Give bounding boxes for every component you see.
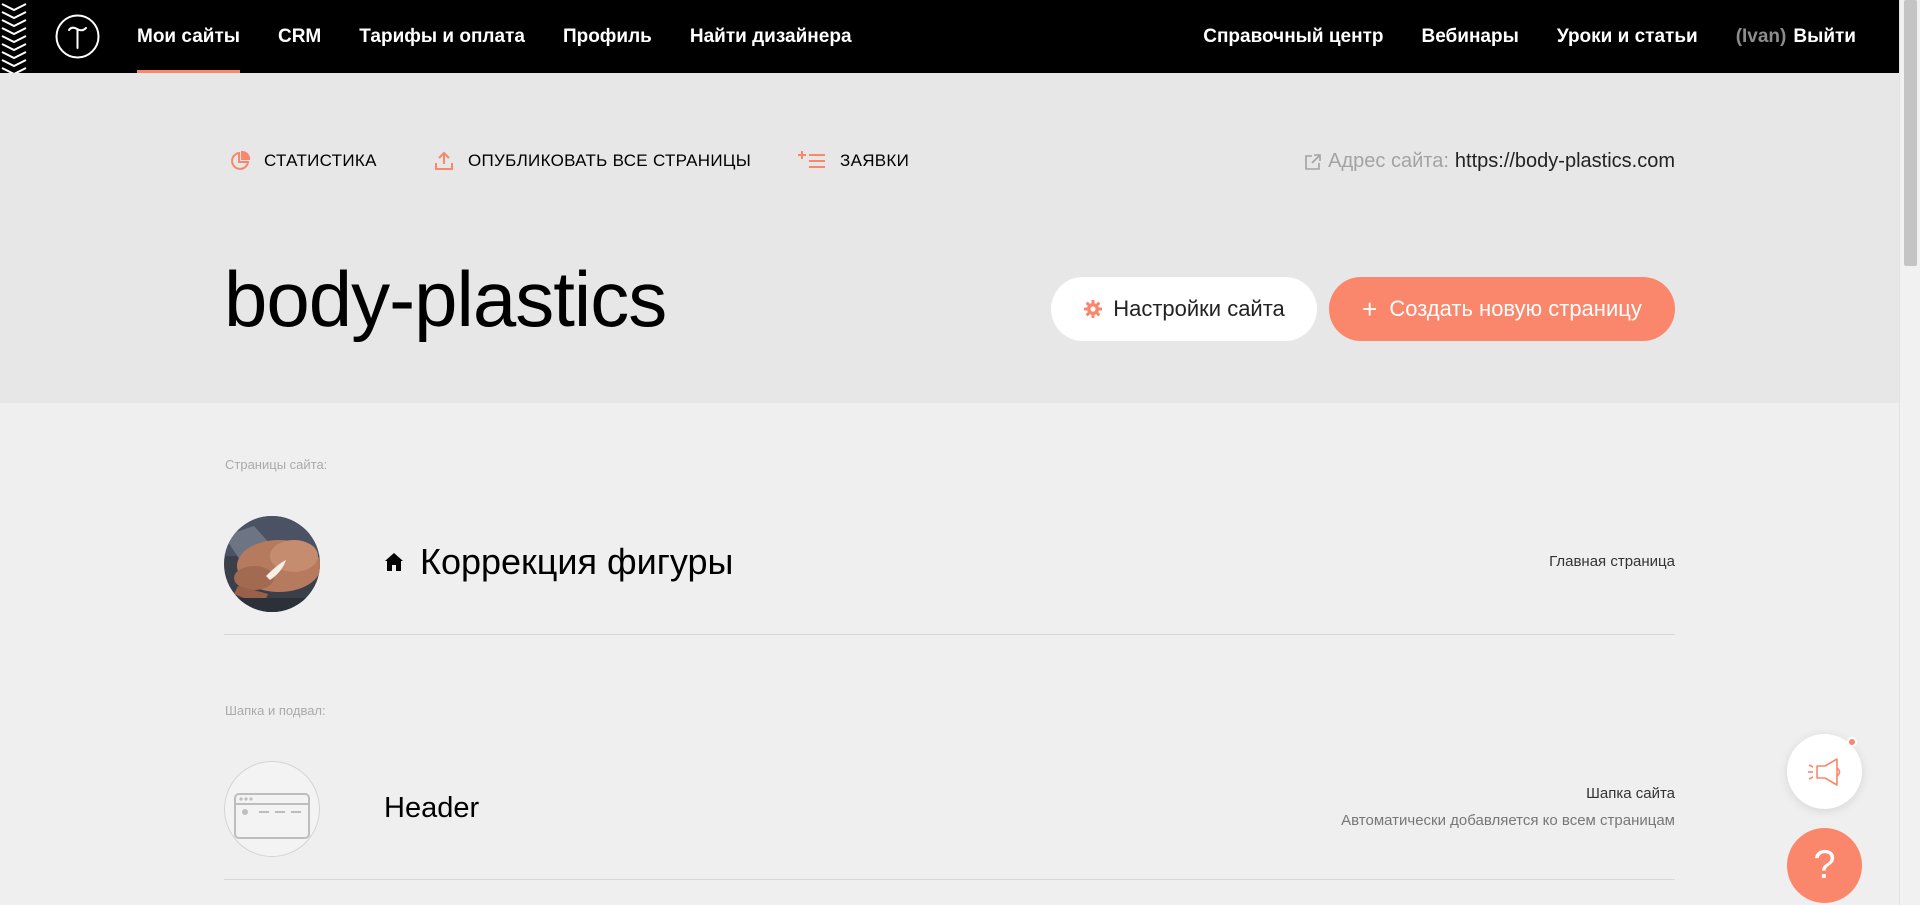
- header-meta-description: Автоматически добавляется ко всем страни…: [1341, 812, 1675, 829]
- nav-pricing[interactable]: Тарифы и оплата: [359, 0, 525, 73]
- page-title-label: Коррекция фигуры: [420, 541, 734, 582]
- publish-all-link[interactable]: ОПУБЛИКОВАТЬ ВСЕ СТРАНИЦЫ: [434, 151, 751, 171]
- list-add-icon: [798, 151, 825, 168]
- nav-crm[interactable]: CRM: [278, 0, 321, 73]
- nav-find-designer[interactable]: Найти дизайнера: [690, 0, 852, 73]
- header-thumbnail: [224, 761, 320, 857]
- stats-link[interactable]: СТАТИСТИКА: [230, 151, 377, 171]
- page-thumbnail: [224, 516, 320, 612]
- stats-label: СТАТИСТИКА: [264, 151, 377, 170]
- page-meta: Главная страница: [1549, 553, 1675, 570]
- top-nav-bar: Мои сайты CRM Тарифы и оплата Профиль На…: [0, 0, 1899, 73]
- megaphone-icon: [1807, 757, 1840, 786]
- upload-icon: [435, 151, 453, 170]
- header-footer-section-label: Шапка и подвал:: [225, 703, 326, 718]
- notification-dot: [1847, 737, 1857, 747]
- page-title[interactable]: Коррекция фигуры: [384, 541, 733, 583]
- secondary-nav: Справочный центр Вебинары Уроки и статьи…: [1165, 0, 1856, 73]
- pages-section-label: Страницы сайта:: [225, 457, 328, 472]
- site-address-label: Адрес сайта:: [1328, 150, 1449, 172]
- requests-link[interactable]: ЗАЯВКИ: [798, 151, 909, 171]
- site-address-url[interactable]: https://body-plastics.com: [1455, 150, 1675, 173]
- news-button[interactable]: [1787, 734, 1862, 809]
- scrollbar-thumb[interactable]: [1904, 0, 1917, 266]
- header-meta-label: Шапка сайта: [1586, 785, 1675, 802]
- nav-help-center[interactable]: Справочный центр: [1203, 26, 1383, 48]
- help-button[interactable]: ?: [1787, 828, 1862, 903]
- main-nav: Мои сайты CRM Тарифы и оплата Профиль На…: [137, 0, 890, 73]
- gear-icon: [1084, 300, 1103, 318]
- external-link-icon: [1305, 153, 1321, 170]
- page-meta-label: Главная страница: [1549, 553, 1675, 570]
- home-icon: [385, 553, 403, 571]
- site-settings-label: Настройки сайта: [1113, 296, 1285, 321]
- nav-lessons[interactable]: Уроки и статьи: [1557, 26, 1698, 48]
- create-page-button[interactable]: + Создать новую страницу: [1329, 277, 1675, 341]
- page-scrollbar[interactable]: [1899, 0, 1920, 905]
- site-address: Адрес сайта: https://body-plastics.com: [1304, 150, 1675, 173]
- publish-all-label: ОПУБЛИКОВАТЬ ВСЕ СТРАНИЦЫ: [468, 151, 752, 170]
- logout-link[interactable]: Выйти: [1793, 26, 1856, 48]
- header-title[interactable]: Header: [384, 792, 479, 825]
- page-row[interactable]: Коррекция фигуры Главная страница: [224, 515, 1675, 635]
- zigzag-decoration-icon: [1, 3, 27, 73]
- user-name: (Ivan): [1735, 25, 1787, 47]
- site-title: body-plastics: [224, 255, 667, 343]
- header-row[interactable]: Header Шапка сайта Автоматически добавля…: [224, 760, 1675, 880]
- nav-profile[interactable]: Профиль: [563, 0, 652, 73]
- pie-chart-icon: [231, 151, 250, 170]
- plus-icon: +: [1362, 293, 1378, 324]
- tilda-logo-icon[interactable]: [55, 14, 100, 59]
- requests-label: ЗАЯВКИ: [840, 151, 910, 170]
- massage-photo: [224, 516, 320, 612]
- browser-window-icon: [234, 793, 310, 839]
- site-settings-button[interactable]: Настройки сайта: [1051, 277, 1317, 341]
- nav-my-sites[interactable]: Мои сайты: [137, 0, 240, 73]
- site-header-panel: СТАТИСТИКА ОПУБЛИКОВАТЬ ВСЕ СТРАНИЦЫ ЗАЯ…: [0, 73, 1899, 403]
- nav-webinars[interactable]: Вебинары: [1422, 26, 1519, 48]
- header-meta: Шапка сайта Автоматически добавляется ко…: [1341, 785, 1675, 829]
- create-page-label: Создать новую страницу: [1389, 296, 1642, 321]
